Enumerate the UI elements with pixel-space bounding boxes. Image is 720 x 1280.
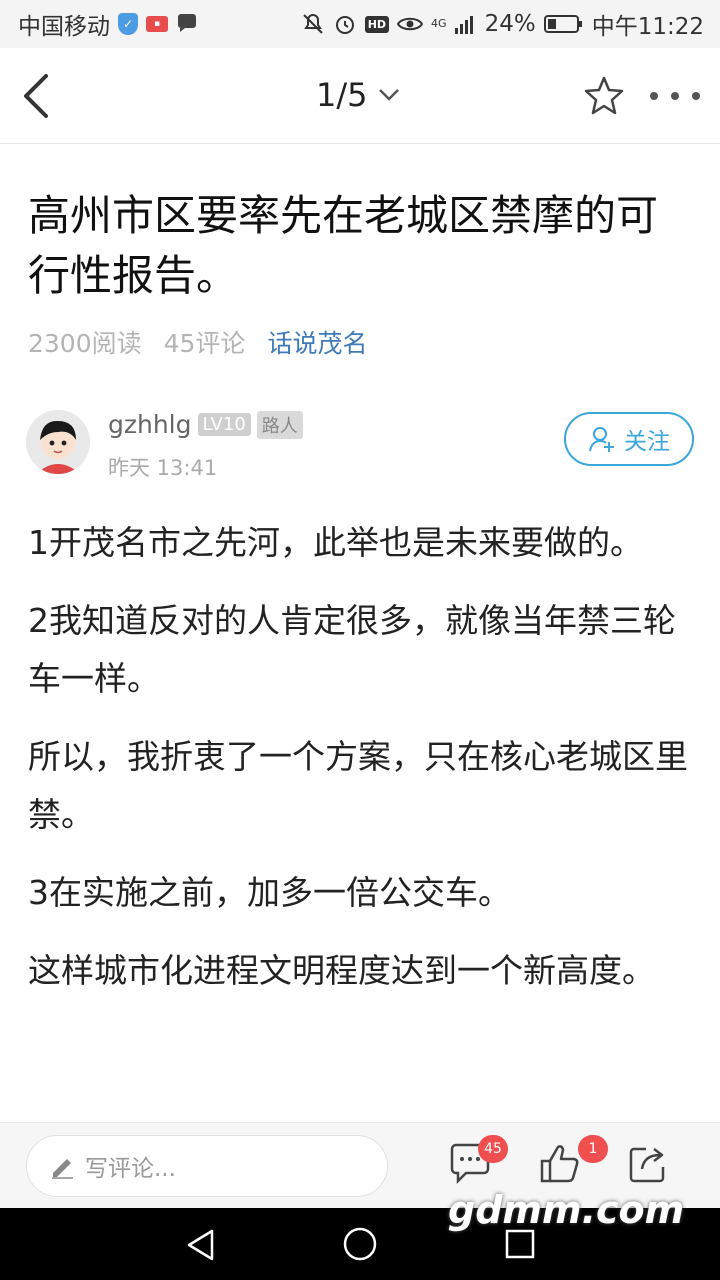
comment-input[interactable]: 写评论... bbox=[26, 1135, 388, 1197]
clock: 中午11:22 bbox=[591, 14, 704, 40]
top-nav-bar: 1/5 bbox=[0, 48, 720, 144]
more-dot bbox=[692, 92, 700, 100]
avatar[interactable] bbox=[26, 410, 90, 474]
page-indicator: 1/5 bbox=[316, 76, 368, 114]
channel-link[interactable]: 话说茂名 bbox=[267, 324, 367, 360]
nav-home-icon[interactable] bbox=[342, 1226, 378, 1262]
favorite-star-icon[interactable] bbox=[582, 74, 626, 118]
comment-count-meta[interactable]: 45评论 bbox=[164, 324, 246, 360]
author-name[interactable]: gzhhlg bbox=[108, 410, 192, 439]
shield-icon: ✓ bbox=[118, 13, 138, 35]
bottom-action-bar: 写评论... 45 1 bbox=[0, 1122, 720, 1208]
paragraph: 这样城市化进程文明程度达到一个新高度。 bbox=[28, 951, 655, 990]
carrier-label: 中国移动 bbox=[18, 14, 110, 40]
signal-icon bbox=[454, 14, 477, 34]
mute-icon bbox=[301, 12, 325, 36]
network-type: 4G bbox=[431, 17, 447, 30]
like-button[interactable]: 1 bbox=[538, 1135, 608, 1189]
nav-recents-icon[interactable] bbox=[504, 1228, 536, 1260]
article-meta: 2300阅读 45评论 话说茂名 bbox=[28, 324, 367, 360]
like-count-badge: 1 bbox=[578, 1135, 608, 1163]
page-selector[interactable]: 1/5 bbox=[316, 76, 400, 114]
share-icon bbox=[629, 1147, 665, 1183]
thumbs-up-icon bbox=[540, 1145, 579, 1183]
follow-button[interactable]: 关注 bbox=[564, 412, 694, 466]
author-row: gzhhlg LV10 路人 昨天 13:41 关注 bbox=[26, 410, 696, 480]
comments-button[interactable]: 45 bbox=[448, 1135, 508, 1189]
level-badge: LV10 bbox=[197, 413, 251, 436]
article-body: 1开茂名市之先河，此举也是未来要做的。 2我知道反对的人肯定很多，就像当年禁三轮… bbox=[28, 514, 698, 1020]
pencil-icon bbox=[52, 1159, 73, 1179]
back-button[interactable] bbox=[20, 70, 60, 122]
more-dot bbox=[671, 92, 679, 100]
more-options-button[interactable] bbox=[650, 80, 700, 112]
status-bar: 中国移动 ✓ ▪ HD 4G 24% 中午11:22 bbox=[0, 0, 720, 48]
paragraph: 3在实施之前，加多一倍公交车。 bbox=[28, 873, 511, 912]
author-name-row: gzhhlg LV10 路人 bbox=[108, 410, 303, 439]
post-time: 昨天 13:41 bbox=[108, 456, 218, 480]
share-button[interactable] bbox=[626, 1141, 674, 1189]
comment-count-badge: 45 bbox=[478, 1135, 508, 1163]
alarm-icon bbox=[333, 12, 357, 36]
nav-back-icon[interactable] bbox=[184, 1228, 218, 1262]
battery-icon bbox=[543, 14, 584, 34]
chat-bubble-icon bbox=[176, 14, 198, 34]
paragraph: 2我知道反对的人肯定很多，就像当年禁三轮车一样。 bbox=[28, 601, 676, 698]
user-tag-badge: 路人 bbox=[256, 410, 303, 439]
eye-icon bbox=[397, 15, 424, 33]
chevron-down-icon bbox=[378, 89, 399, 101]
paragraph: 所以，我折衷了一个方案，只在核心老城区里禁。 bbox=[28, 737, 688, 834]
follow-label: 关注 bbox=[624, 429, 670, 455]
read-count: 2300阅读 bbox=[28, 329, 142, 358]
battery-percent: 24% bbox=[484, 11, 536, 37]
hd-icon: HD bbox=[364, 15, 390, 33]
paragraph: 1开茂名市之先河，此举也是未来要做的。 bbox=[28, 523, 643, 562]
comment-placeholder: 写评论... bbox=[85, 1156, 176, 1182]
add-user-icon bbox=[589, 427, 614, 452]
app-notification-icon: ▪ bbox=[146, 16, 168, 32]
system-nav-bar bbox=[0, 1208, 720, 1280]
article-title: 高州市区要率先在老城区禁摩的可行性报告。 bbox=[28, 191, 659, 300]
more-dot bbox=[650, 92, 658, 100]
